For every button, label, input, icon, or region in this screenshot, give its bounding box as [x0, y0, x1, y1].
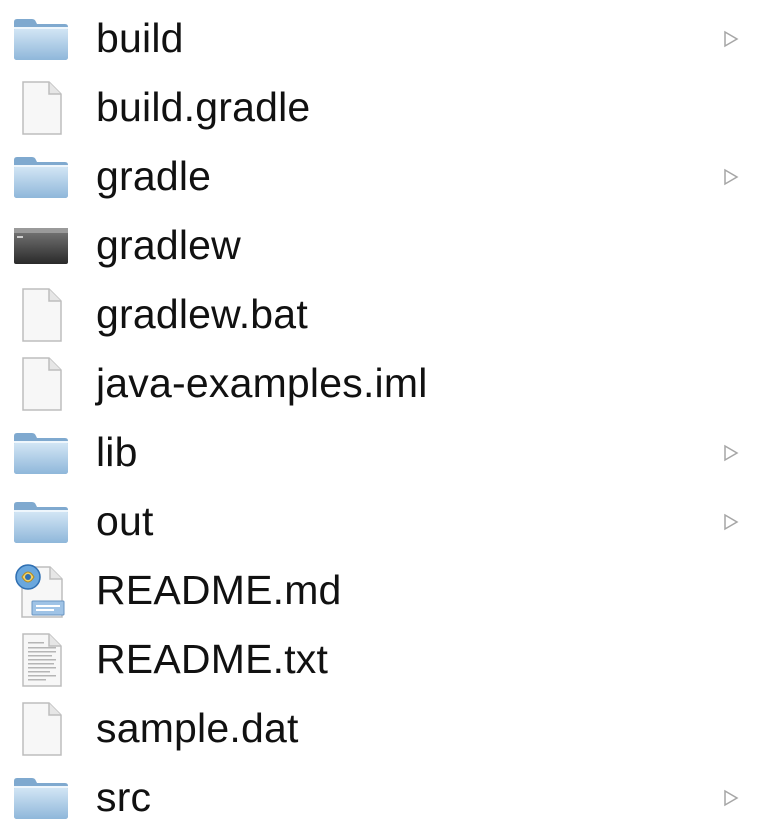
file-row-gradle[interactable]: gradle — [0, 142, 759, 211]
folder-icon — [12, 149, 70, 205]
file-name: README.txt — [96, 636, 329, 682]
file-name: lib — [96, 429, 138, 475]
file-name: README.md — [96, 567, 342, 613]
file-name: build — [96, 15, 184, 61]
folder-icon — [12, 425, 70, 481]
document-icon — [12, 356, 70, 412]
file-row-sample-dat[interactable]: sample.dat — [0, 694, 759, 763]
file-list: build build.gradle gradle gradlew gradle… — [0, 0, 759, 820]
markdown-text-icon — [12, 563, 70, 619]
file-row-gradlew-bat[interactable]: gradlew.bat — [0, 280, 759, 349]
text-document-icon — [12, 632, 70, 688]
file-name: src — [96, 774, 152, 820]
file-name: gradle — [96, 153, 212, 199]
file-row-build-gradle[interactable]: build.gradle — [0, 73, 759, 142]
folder-icon — [12, 11, 70, 67]
disclosure-triangle-icon[interactable] — [723, 168, 739, 186]
file-name: gradlew.bat — [96, 291, 308, 337]
terminal-executable-icon — [12, 218, 70, 274]
document-icon — [12, 80, 70, 136]
file-row-java-examples-iml[interactable]: java-examples.iml — [0, 349, 759, 418]
file-row-src[interactable]: src — [0, 763, 759, 832]
file-name: out — [96, 498, 154, 544]
file-row-build[interactable]: build — [0, 4, 759, 73]
disclosure-triangle-icon[interactable] — [723, 30, 739, 48]
file-name: gradlew — [96, 222, 241, 268]
disclosure-triangle-icon[interactable] — [723, 513, 739, 531]
file-row-lib[interactable]: lib — [0, 418, 759, 487]
document-icon — [12, 701, 70, 757]
file-row-gradlew[interactable]: gradlew — [0, 211, 759, 280]
disclosure-triangle-icon[interactable] — [723, 789, 739, 807]
file-name: java-examples.iml — [96, 360, 428, 406]
file-name: build.gradle — [96, 84, 311, 130]
folder-icon — [12, 494, 70, 550]
file-row-readme-md[interactable]: README.md — [0, 556, 759, 625]
file-row-readme-txt[interactable]: README.txt — [0, 625, 759, 694]
folder-icon — [12, 770, 70, 826]
file-name: sample.dat — [96, 705, 299, 751]
disclosure-triangle-icon[interactable] — [723, 444, 739, 462]
document-icon — [12, 287, 70, 343]
file-row-out[interactable]: out — [0, 487, 759, 556]
